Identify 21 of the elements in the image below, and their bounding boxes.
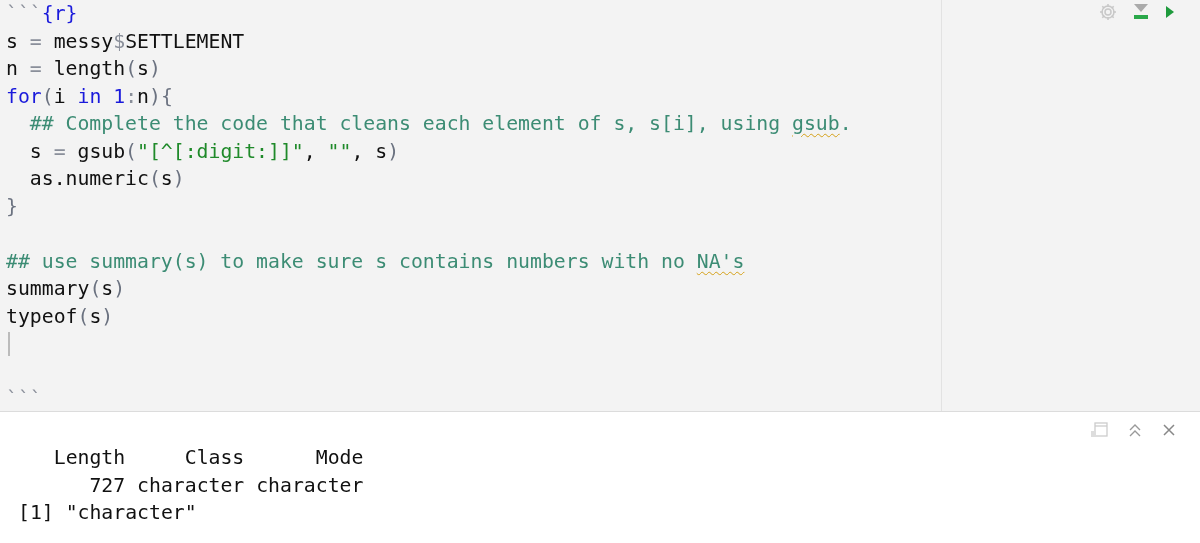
output-line: Length Class Mode: [52, 445, 364, 471]
code-line: s = messy$SETTLEMENT: [6, 28, 245, 55]
text-cursor: [8, 331, 10, 356]
code-line: ```: [6, 386, 42, 412]
code-line: ```{r}: [6, 1, 78, 27]
window-icon[interactable]: [1090, 422, 1108, 438]
code-line: for(i in 1:n){: [6, 83, 173, 110]
output-line: 727 character character: [88, 472, 364, 499]
code-line: s = gsub("[^[:digit:]]", "", s): [28, 138, 400, 165]
code-line: as.numeric(s): [28, 166, 185, 192]
collapse-icon[interactable]: [1128, 422, 1142, 438]
code-line: typeof(s): [6, 303, 114, 330]
code-line: n = length(s): [6, 56, 161, 82]
close-icon[interactable]: [1162, 422, 1176, 438]
output-line: [1] "character": [18, 500, 197, 526]
settings-icon[interactable]: [1098, 2, 1118, 22]
code-line: ## use summary(s) to make sure s contains numbers with no NA's: [6, 248, 745, 275]
code-line: }: [6, 193, 18, 220]
run-above-icon[interactable]: [1132, 2, 1150, 22]
code-line: summary(s): [6, 276, 126, 302]
code-line: ## Complete the code that cleans each element of s, s[i], using gsub.: [28, 111, 852, 137]
